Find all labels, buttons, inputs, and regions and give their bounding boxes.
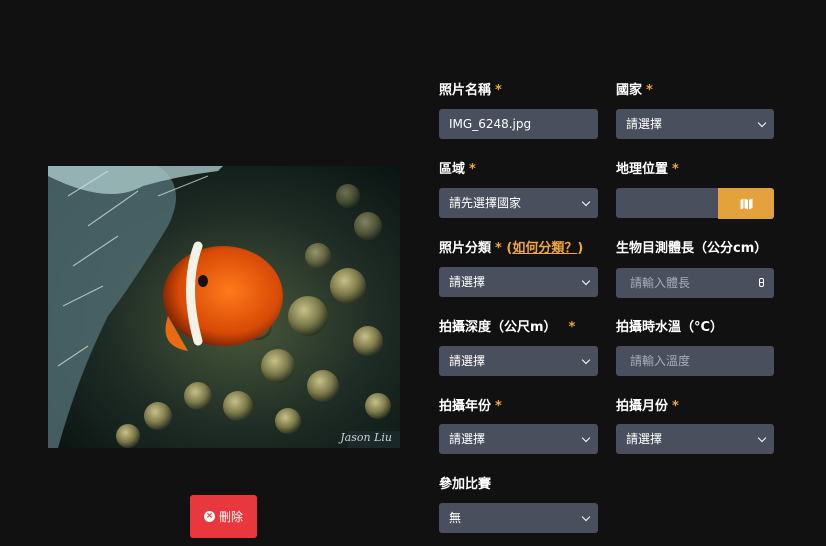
chevron-down-icon	[581, 355, 591, 365]
required-mark: *	[672, 162, 679, 177]
help-close-paren: )	[577, 241, 584, 256]
chevron-down-icon	[581, 276, 591, 286]
x-circle-icon: ×	[203, 511, 215, 522]
body-length-input[interactable]: 請輸入體長	[616, 268, 774, 298]
delete-button-label: 刪除	[218, 510, 243, 524]
required-mark: *	[672, 399, 679, 414]
chevron-down-icon	[757, 433, 767, 443]
photo-name-field[interactable]: IMG_6248.jpg	[439, 109, 598, 139]
chevron-down-icon	[581, 512, 591, 522]
photo-name-label: 照片名稱 *	[439, 83, 502, 98]
clownfish-photo-image	[48, 166, 400, 448]
year-label: 拍攝年份 *	[439, 399, 502, 414]
water-temp-input[interactable]: 請輸入溫度	[616, 346, 774, 376]
depth-label: 拍攝深度（公尺m） *	[439, 320, 576, 335]
location-label: 地理位置 *	[616, 162, 679, 177]
region-label: 區域 *	[439, 162, 476, 177]
category-select[interactable]: 請選擇	[439, 267, 598, 297]
required-mark: *	[495, 241, 502, 256]
required-mark: *	[646, 83, 653, 98]
body-length-label: 生物目測體長（公分cm）	[616, 241, 768, 256]
map-icon	[740, 198, 752, 209]
required-mark: *	[495, 399, 502, 414]
map-button[interactable]	[718, 188, 774, 219]
month-select[interactable]: 請選擇	[616, 424, 774, 454]
chevron-down-icon	[581, 197, 591, 207]
country-label: 國家 *	[616, 83, 653, 98]
required-mark: *	[469, 162, 476, 177]
month-label: 拍攝月份 *	[616, 399, 679, 414]
how-to-categorize-link[interactable]: 如何分類？	[512, 241, 577, 256]
chevron-down-icon	[581, 433, 591, 443]
chevron-down-icon	[757, 118, 767, 128]
number-spinner-icon[interactable]	[759, 278, 764, 287]
category-label: 照片分類 * (如何分類？)	[439, 241, 584, 256]
year-select[interactable]: 請選擇	[439, 424, 598, 454]
depth-select[interactable]: 請選擇	[439, 346, 598, 376]
contest-select[interactable]: 無	[439, 503, 598, 533]
required-mark: *	[568, 320, 576, 335]
country-select[interactable]: 請選擇	[616, 109, 774, 139]
water-temp-label: 拍攝時水溫（°C）	[616, 320, 724, 335]
required-mark: *	[495, 83, 502, 98]
delete-button[interactable]: × 刪除	[190, 495, 257, 538]
contest-label: 參加比賽	[439, 477, 492, 492]
uploaded-photo: Jason Liu	[48, 166, 400, 448]
region-select[interactable]: 請先選擇國家	[439, 188, 598, 218]
photo-signature: Jason Liu	[340, 431, 392, 444]
location-field[interactable]	[616, 188, 718, 218]
